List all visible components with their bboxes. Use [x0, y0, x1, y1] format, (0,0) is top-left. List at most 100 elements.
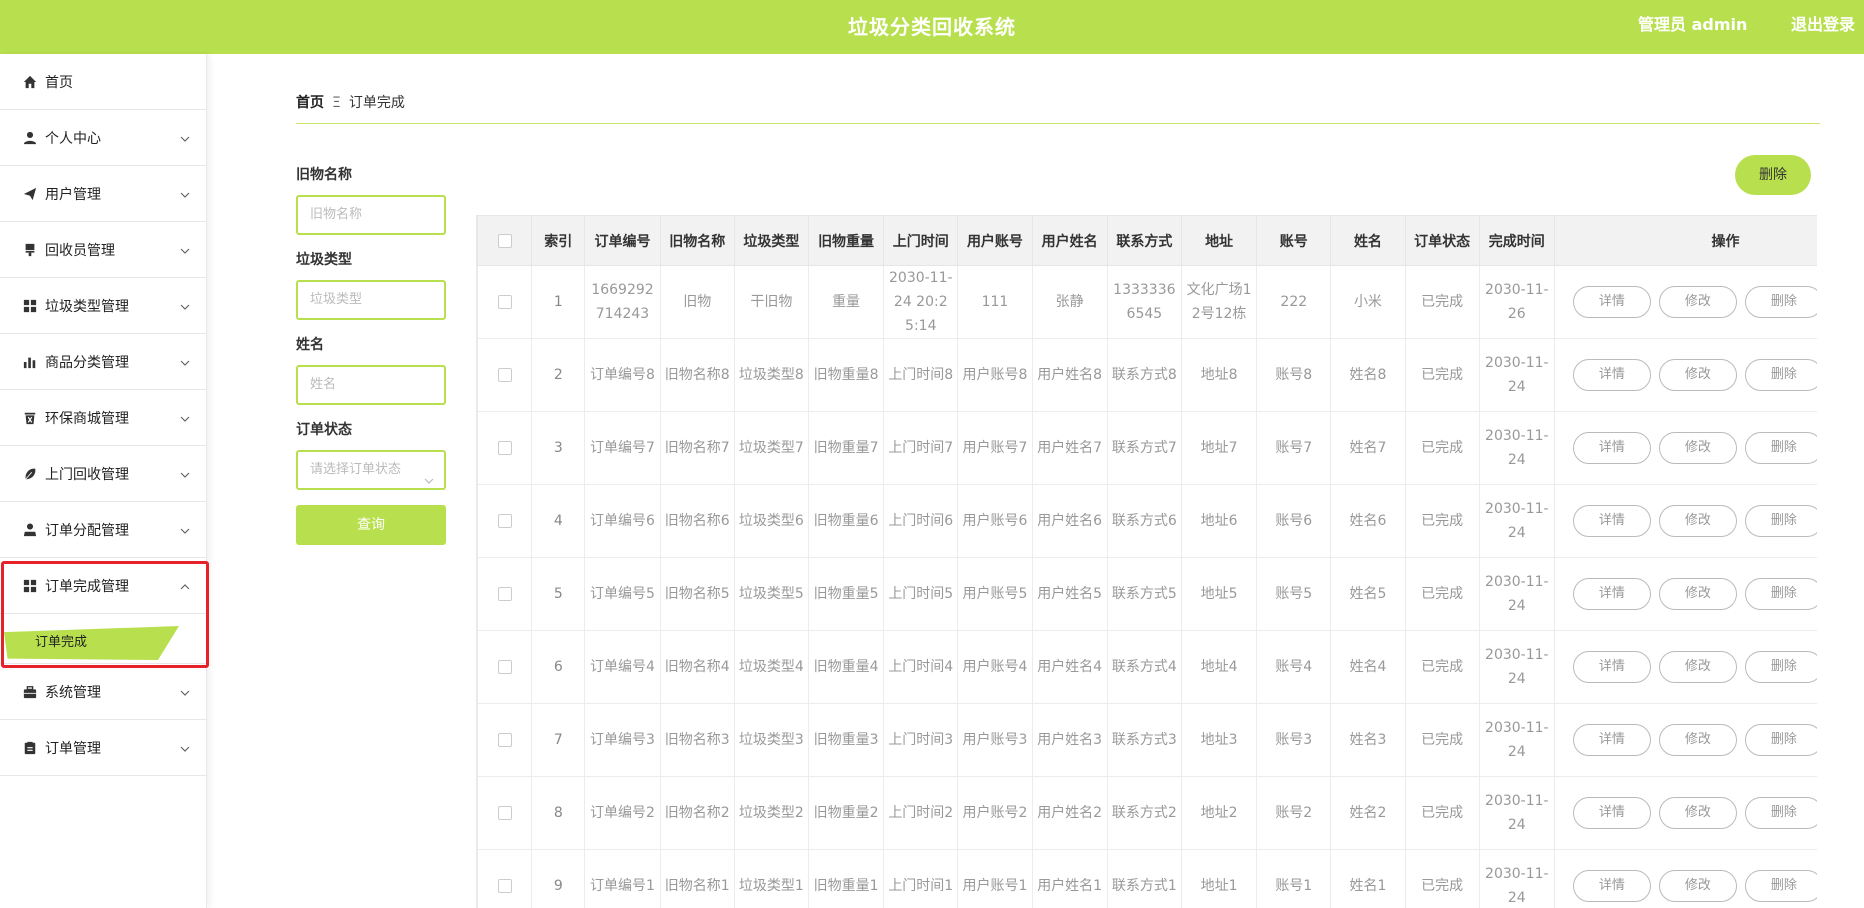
breadcrumb-home[interactable]: 首页	[296, 95, 324, 111]
sidebar-item-4[interactable]: 垃圾类型管理	[0, 278, 206, 334]
table-cell: 2030-11-24	[1478, 557, 1555, 631]
table-cell: 用户账号3	[957, 703, 1033, 777]
table-cell: 干旧物	[733, 265, 809, 339]
chevron-down-icon	[180, 132, 190, 142]
detail-button[interactable]: 详情	[1572, 797, 1651, 829]
query-button[interactable]: 查询	[296, 505, 446, 545]
delete-row-button[interactable]: 删除	[1744, 359, 1817, 391]
sidebar-item-8[interactable]: 订单分配管理	[0, 502, 206, 558]
edit-button[interactable]: 修改	[1658, 578, 1737, 610]
table-cell: 上门时间3	[883, 703, 959, 777]
row-checkbox[interactable]	[497, 660, 512, 674]
edit-button[interactable]: 修改	[1658, 359, 1737, 391]
table-cell: 13333366545	[1106, 265, 1182, 339]
row-checkbox[interactable]	[497, 295, 512, 309]
delete-row-button[interactable]: 删除	[1744, 651, 1817, 683]
breadcrumb: 首页 Ξ 订单完成	[296, 92, 405, 112]
detail-button[interactable]: 详情	[1572, 651, 1651, 683]
table-cell: 用户账号8	[957, 338, 1033, 412]
detail-button[interactable]: 详情	[1572, 724, 1651, 756]
table-cell: 旧物名称6	[659, 484, 735, 558]
table-cell: 垃圾类型6	[733, 484, 809, 558]
row-checkbox[interactable]	[497, 806, 512, 820]
table-cell: 小米	[1330, 265, 1406, 339]
row-checkbox[interactable]	[497, 733, 512, 747]
table-cell: 联系方式7	[1106, 411, 1182, 485]
sidebar-item-0[interactable]: 首页	[0, 54, 206, 110]
breadcrumb-divider	[296, 123, 1820, 124]
delete-row-button[interactable]: 删除	[1744, 724, 1817, 756]
row-checkbox[interactable]	[497, 879, 512, 893]
edit-button[interactable]: 修改	[1658, 432, 1737, 464]
sidebar-item-label: 环保商城管理	[45, 410, 129, 427]
delete-row-button[interactable]: 删除	[1744, 432, 1817, 464]
table-cell: 地址5	[1180, 557, 1258, 631]
filter-input-2[interactable]: 姓名	[296, 365, 446, 405]
chevron-down-icon	[180, 356, 190, 366]
delete-row-button[interactable]: 删除	[1744, 797, 1817, 829]
sidebar-item-7[interactable]: 上门回收管理	[0, 446, 206, 502]
edit-button[interactable]: 修改	[1658, 505, 1737, 537]
sidebar-item-2[interactable]: 用户管理	[0, 166, 206, 222]
delete-button[interactable]: 删除	[1735, 155, 1811, 195]
sidebar-item-11[interactable]: 订单管理	[0, 720, 206, 776]
select-all-checkbox[interactable]	[497, 233, 512, 248]
grid-icon	[22, 298, 38, 314]
row-checkbox[interactable]	[497, 514, 512, 528]
row-checkbox[interactable]	[497, 441, 512, 455]
edit-button[interactable]: 修改	[1658, 724, 1737, 756]
detail-button[interactable]: 详情	[1572, 432, 1651, 464]
breadcrumb-current: 订单完成	[348, 95, 405, 111]
delete-row-button[interactable]: 删除	[1744, 578, 1817, 610]
row-checkbox[interactable]	[497, 368, 512, 382]
column-header: 账号	[1256, 215, 1332, 266]
edit-button[interactable]: 修改	[1658, 286, 1737, 318]
edit-button[interactable]: 修改	[1658, 651, 1737, 683]
row-actions: 详情 修改 删除	[1553, 338, 1817, 412]
table-cell: 旧物	[659, 265, 735, 339]
filter-input-1[interactable]: 垃圾类型	[296, 280, 446, 320]
sidebar-item-3[interactable]: 回收员管理	[0, 222, 206, 278]
sidebar-item-9[interactable]: 订单完成管理	[0, 558, 206, 614]
sidebar-item-label: 垃圾类型管理	[45, 298, 129, 315]
row-checkbox[interactable]	[497, 587, 512, 601]
table-cell: 姓名1	[1330, 849, 1406, 908]
edit-button[interactable]: 修改	[1658, 797, 1737, 829]
delete-row-button[interactable]: 删除	[1744, 505, 1817, 537]
delete-row-button[interactable]: 删除	[1744, 286, 1817, 318]
sidebar: 首页 个人中心 用户管理 回收员管理 垃圾类型管理 商品分类管理 环保商城管理 上门回收管理订…	[0, 54, 207, 908]
delete-row-button[interactable]: 删除	[1744, 870, 1817, 902]
edit-button[interactable]: 修改	[1658, 870, 1737, 902]
table-cell: 联系方式6	[1106, 484, 1182, 558]
table-cell: 用户姓名1	[1031, 849, 1108, 908]
table-cell: 用户姓名3	[1031, 703, 1108, 777]
detail-button[interactable]: 详情	[1572, 359, 1651, 391]
filter-label: 旧物名称	[296, 167, 352, 183]
sidebar-item-label: 系统管理	[45, 684, 101, 701]
detail-button[interactable]: 详情	[1572, 870, 1651, 902]
row-checkbox-cell	[477, 557, 533, 631]
detail-button[interactable]: 详情	[1572, 578, 1651, 610]
table-cell: 地址2	[1180, 776, 1258, 850]
table-cell: 订单编号3	[584, 703, 661, 777]
table-cell: 旧物重量8	[807, 338, 885, 412]
table-cell: 1669292714243	[584, 265, 661, 339]
sidebar-item-10[interactable]: 系统管理	[0, 664, 206, 720]
table-cell: 用户账号7	[957, 411, 1033, 485]
sidebar-item-5[interactable]: 商品分类管理	[0, 334, 206, 390]
sidebar-item-6[interactable]: 环保商城管理	[0, 390, 206, 446]
table-cell: 3	[531, 411, 586, 485]
submenu-item-active-bg	[4, 626, 179, 660]
logout-button[interactable]: 退出登录	[1791, 0, 1855, 50]
table-cell: 联系方式3	[1106, 703, 1182, 777]
table-cell: 上门时间6	[883, 484, 959, 558]
table-cell: 垃圾类型8	[733, 338, 809, 412]
submenu-item-order-complete[interactable]: 订单完成	[35, 631, 87, 650]
order-status-select[interactable]: 请选择订单状态	[296, 450, 446, 490]
table-cell: 地址1	[1180, 849, 1258, 908]
detail-button[interactable]: 详情	[1572, 505, 1651, 537]
table-cell: 6	[531, 630, 586, 704]
sidebar-item-1[interactable]: 个人中心	[0, 110, 206, 166]
filter-input-0[interactable]: 旧物名称	[296, 195, 446, 235]
detail-button[interactable]: 详情	[1572, 286, 1651, 318]
